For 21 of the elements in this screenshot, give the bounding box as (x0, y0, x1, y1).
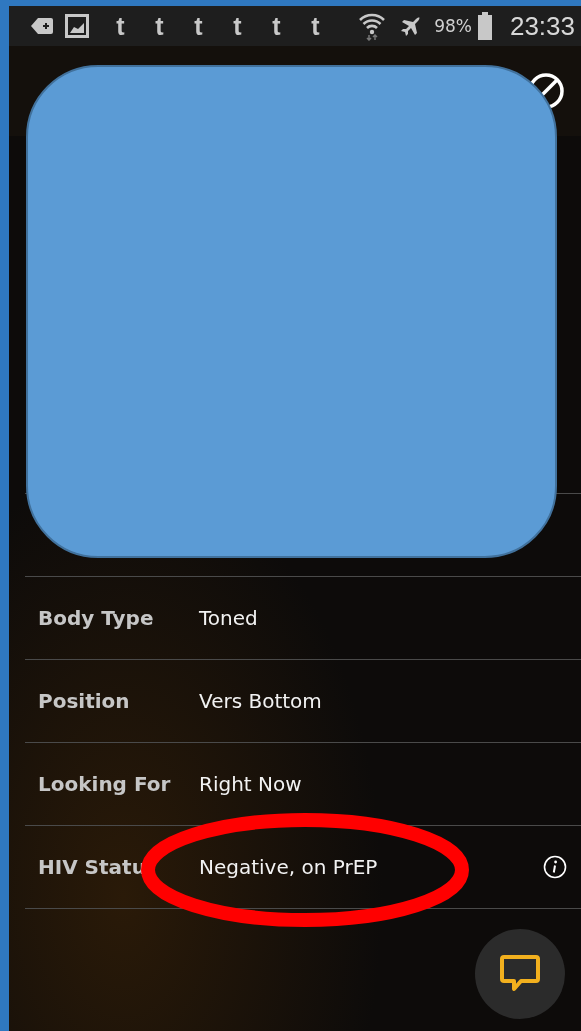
chat-bubble-icon (499, 954, 541, 994)
notification-icon: t (218, 11, 257, 41)
field-label: Looking For (38, 772, 171, 796)
field-label: Position (38, 689, 130, 713)
notification-icon: t (101, 11, 140, 41)
image-icon (65, 14, 89, 38)
battery-level: 98% (434, 16, 472, 36)
field-value: Negative, on PrEP (199, 855, 378, 879)
field-value: Toned (199, 606, 258, 630)
notification-icon: t (179, 11, 218, 41)
field-label: Body Type (38, 606, 154, 630)
notification-icon: t (257, 11, 296, 41)
info-icon[interactable] (543, 855, 567, 879)
notification-icon: t (296, 11, 335, 41)
field-value: Vers Bottom (199, 689, 322, 713)
wifi-icon (358, 11, 387, 41)
notification-icon (31, 18, 53, 34)
clock: 23:33 (509, 10, 575, 42)
notification-icon: t (140, 11, 179, 41)
battery-icon (477, 12, 492, 40)
field-value: Right Now (199, 772, 302, 796)
